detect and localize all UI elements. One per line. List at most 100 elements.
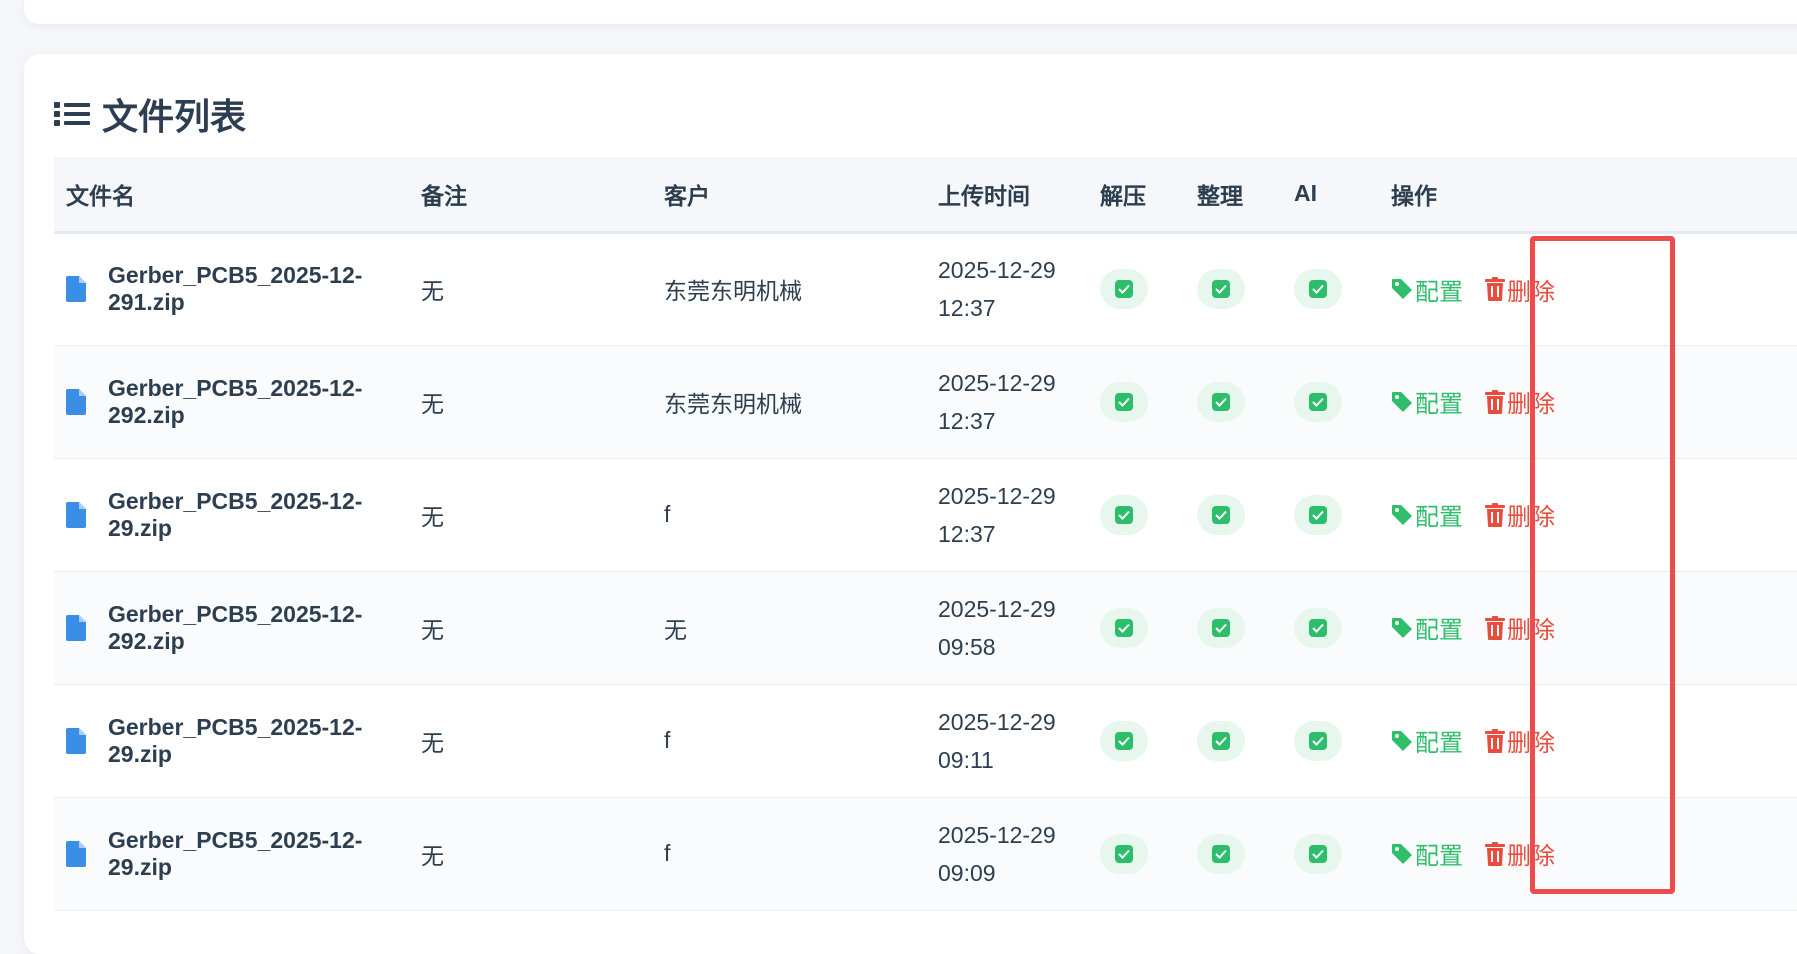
check-icon (1212, 731, 1230, 750)
customer-cell: f (664, 840, 671, 866)
config-label: 配置 (1415, 391, 1463, 418)
top-panel (24, 0, 1797, 24)
col-header-customer: 客户 (664, 182, 710, 209)
check-icon (1115, 280, 1133, 298)
file-table: 文件名 备注 客户 上传时间 解压 整理 AI 操作 Gerber_PCB5_2… (54, 157, 1797, 911)
upload-date: 2025-12-29 (938, 595, 1056, 622)
ai-status-badge (1294, 720, 1342, 761)
upload-date: 2025-12-29 (938, 821, 1056, 848)
delete-label: 删除 (1507, 843, 1555, 870)
tag-icon (1392, 391, 1412, 412)
config-button[interactable]: 配置 (1391, 836, 1463, 871)
config-label: 配置 (1415, 843, 1463, 870)
config-button[interactable]: 配置 (1391, 610, 1463, 645)
check-icon (1115, 844, 1133, 863)
upload-date: 2025-12-29 (938, 708, 1056, 735)
customer-cell: f (664, 501, 671, 527)
col-header-unzip: 解压 (1100, 182, 1146, 209)
config-button[interactable]: 配置 (1391, 272, 1463, 307)
trash-icon (1485, 502, 1505, 527)
col-header-upload-time: 上传时间 (938, 182, 1030, 209)
check-icon (1115, 618, 1133, 637)
organize-status-badge (1197, 381, 1245, 422)
config-label: 配置 (1415, 617, 1463, 644)
upload-time-cell: 2025-12-29 12:37 (926, 345, 1088, 458)
check-icon (1212, 618, 1230, 637)
file-icon (66, 614, 86, 641)
customer-cell: 无 (664, 616, 687, 643)
ai-status-badge (1294, 607, 1342, 648)
upload-time-cell: 2025-12-29 12:37 (926, 458, 1088, 571)
check-icon (1309, 505, 1327, 524)
table-row: Gerber_PCB5_2025-12-29.zip 无 f 2025-12-2… (54, 684, 1797, 797)
tag-icon (1392, 504, 1412, 525)
check-icon (1212, 844, 1230, 863)
table-row: Gerber_PCB5_2025-12-291.zip 无 东莞东明机械 202… (54, 232, 1797, 345)
col-header-ai: AI (1294, 180, 1317, 207)
delete-button[interactable]: 删除 (1485, 723, 1555, 758)
check-icon (1309, 844, 1327, 863)
organize-status-badge (1197, 833, 1245, 874)
upload-date: 2025-12-29 (938, 482, 1056, 509)
table-row: Gerber_PCB5_2025-12-292.zip 无 东莞东明机械 202… (54, 345, 1797, 458)
section-title-text: 文件列表 (102, 96, 247, 137)
delete-button[interactable]: 删除 (1485, 272, 1555, 307)
upload-clock: 12:37 (938, 295, 996, 321)
unzip-status-badge (1100, 381, 1148, 422)
upload-clock: 09:09 (938, 859, 996, 886)
trash-icon (1485, 615, 1505, 640)
check-icon (1309, 731, 1327, 750)
config-label: 配置 (1415, 278, 1463, 306)
upload-date: 2025-12-29 (938, 369, 1056, 396)
table-row: Gerber_PCB5_2025-12-29.zip 无 f 2025-12-2… (54, 458, 1797, 571)
table-header-row: 文件名 备注 客户 上传时间 解压 整理 AI 操作 (54, 157, 1797, 232)
remark-cell: 无 (421, 842, 444, 869)
customer-cell: f (664, 727, 671, 753)
trash-icon (1485, 277, 1505, 301)
delete-button[interactable]: 删除 (1485, 610, 1555, 645)
unzip-status-badge (1100, 720, 1148, 761)
file-name[interactable]: Gerber_PCB5_2025-12-291.zip (108, 262, 409, 316)
ai-status-badge (1294, 269, 1342, 309)
col-header-remark: 备注 (421, 182, 467, 209)
unzip-status-badge (1100, 607, 1148, 648)
file-name[interactable]: Gerber_PCB5_2025-12-29.zip (108, 827, 409, 881)
file-icon (66, 276, 86, 302)
delete-button[interactable]: 删除 (1485, 836, 1555, 871)
remark-cell: 无 (421, 278, 444, 304)
upload-time-cell: 2025-12-29 09:58 (926, 571, 1088, 684)
config-label: 配置 (1415, 730, 1463, 757)
col-header-filename: 文件名 (66, 182, 135, 209)
check-icon (1212, 280, 1230, 298)
organize-status-badge (1197, 720, 1245, 761)
organize-status-badge (1197, 607, 1245, 648)
remark-cell: 无 (421, 616, 444, 643)
config-button[interactable]: 配置 (1391, 723, 1463, 758)
trash-icon (1485, 728, 1505, 753)
upload-clock: 09:11 (938, 746, 994, 773)
delete-label: 删除 (1507, 617, 1555, 644)
upload-clock: 12:37 (938, 407, 996, 434)
delete-button[interactable]: 删除 (1485, 384, 1555, 419)
file-name[interactable]: Gerber_PCB5_2025-12-29.zip (108, 714, 409, 768)
trash-icon (1485, 841, 1505, 866)
check-icon (1115, 731, 1133, 750)
file-name[interactable]: Gerber_PCB5_2025-12-292.zip (108, 601, 409, 655)
tag-icon (1392, 843, 1412, 864)
config-button[interactable]: 配置 (1391, 384, 1463, 419)
check-icon (1115, 392, 1133, 411)
config-label: 配置 (1415, 504, 1463, 531)
delete-label: 删除 (1507, 391, 1555, 418)
config-button[interactable]: 配置 (1391, 497, 1463, 532)
ai-status-badge (1294, 381, 1342, 422)
file-name[interactable]: Gerber_PCB5_2025-12-292.zip (108, 375, 409, 429)
unzip-status-badge (1100, 269, 1148, 309)
check-icon (1309, 618, 1327, 637)
delete-label: 删除 (1507, 504, 1555, 531)
check-icon (1212, 392, 1230, 411)
table-row: Gerber_PCB5_2025-12-29.zip 无 f 2025-12-2… (54, 797, 1797, 910)
unzip-status-badge (1100, 494, 1148, 535)
remark-cell: 无 (421, 503, 444, 530)
delete-button[interactable]: 删除 (1485, 497, 1555, 532)
file-name[interactable]: Gerber_PCB5_2025-12-29.zip (108, 488, 409, 542)
